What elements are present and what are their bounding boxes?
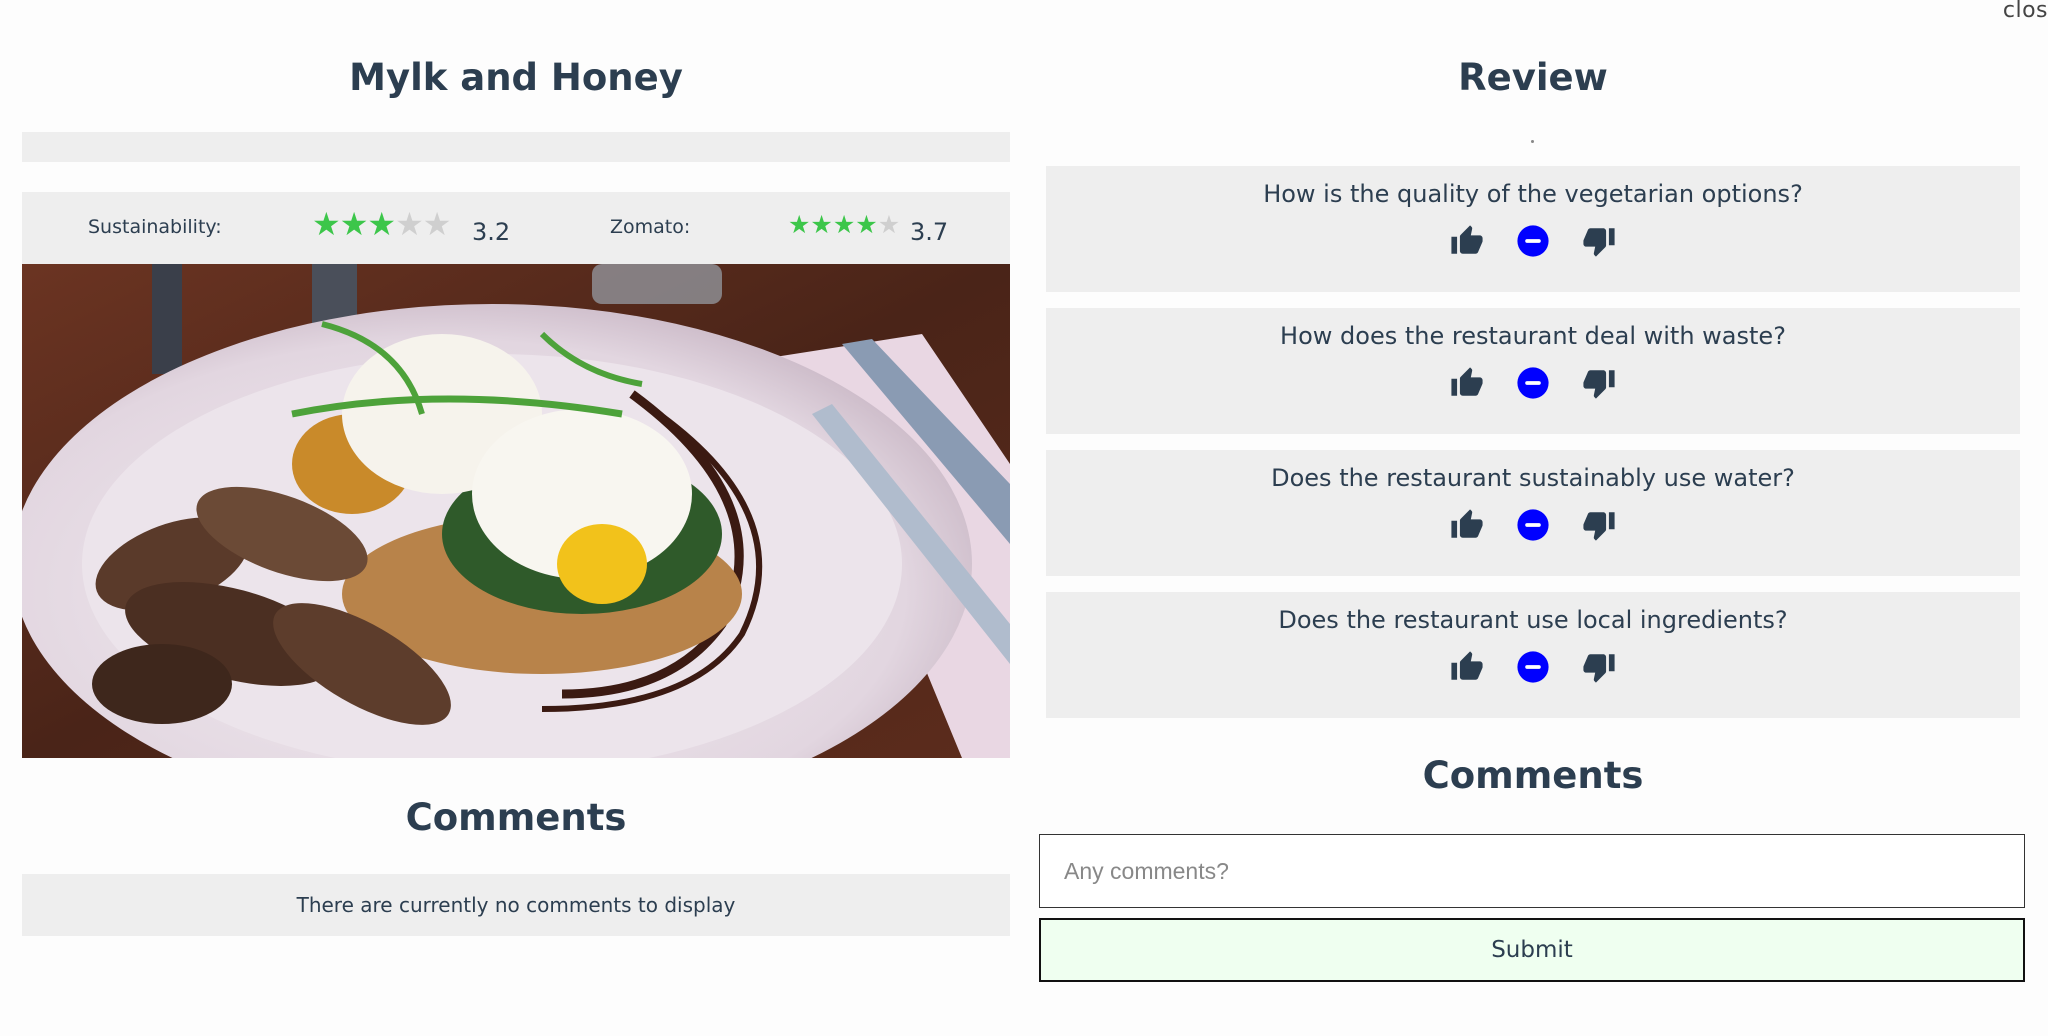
review-question: Does the restaurant sustainably use wate… <box>1046 450 2020 576</box>
star-icon: ★ <box>339 205 369 243</box>
star-icon: ★ <box>788 210 811 239</box>
zomato-label: Zomato: <box>610 216 691 238</box>
thumbs-down-icon[interactable] <box>1582 224 1616 258</box>
close-link[interactable]: clos <box>2003 0 2048 23</box>
thumbs-down-icon[interactable] <box>1582 650 1616 684</box>
divider-dot <box>1531 140 1534 143</box>
sustainability-value: 3.2 <box>472 218 511 246</box>
thumbs-up-icon[interactable] <box>1450 508 1484 542</box>
thumbs-up-icon[interactable] <box>1450 224 1484 258</box>
review-question: How does the restaurant deal with waste? <box>1046 308 2020 434</box>
question-text: How does the restaurant deal with waste? <box>1280 322 1786 350</box>
minus-circle-icon[interactable] <box>1516 650 1550 684</box>
star-icon: ★ <box>810 210 833 239</box>
question-text: Does the restaurant sustainably use wate… <box>1271 464 1795 492</box>
minus-circle-icon[interactable] <box>1516 366 1550 400</box>
star-icon: ★ <box>312 205 341 243</box>
thumbs-down-icon[interactable] <box>1582 508 1616 542</box>
answer-options <box>1046 366 2020 400</box>
thumbs-down-icon[interactable] <box>1582 366 1616 400</box>
star-icon: ★ <box>832 210 856 239</box>
thumbs-up-icon[interactable] <box>1450 366 1484 400</box>
review-comments-title: Comments <box>1422 754 1644 797</box>
thumbs-up-icon[interactable] <box>1450 650 1484 684</box>
star-icon: ★ <box>877 210 901 239</box>
comments-title: Comments <box>405 796 627 839</box>
answer-options <box>1046 508 2020 542</box>
comment-input[interactable] <box>1039 834 2025 908</box>
no-comments-message: There are currently no comments to displ… <box>22 874 1010 936</box>
restaurant-name: Mylk and Honey <box>349 56 683 99</box>
star-icon: ★ <box>367 205 396 243</box>
question-text: Does the restaurant use local ingredient… <box>1278 606 1788 634</box>
minus-circle-icon[interactable] <box>1516 224 1550 258</box>
question-text: How is the quality of the vegetarian opt… <box>1263 180 1803 208</box>
answer-options <box>1046 224 2020 258</box>
minus-circle-icon[interactable] <box>1516 508 1550 542</box>
sustainability-label: Sustainability: <box>88 216 222 238</box>
submit-button[interactable]: Submit <box>1039 918 2025 982</box>
info-bar <box>22 132 1010 162</box>
star-icon: ★ <box>855 210 878 239</box>
answer-options <box>1046 650 2020 684</box>
star-icon: ★ <box>395 205 424 243</box>
review-question: How is the quality of the vegetarian opt… <box>1046 166 2020 292</box>
zomato-stars: ★★★★★ <box>788 212 900 237</box>
zomato-value: 3.7 <box>910 218 949 246</box>
restaurant-photo <box>22 264 1010 758</box>
star-icon: ★ <box>422 205 452 243</box>
review-title: Review <box>1458 56 1608 99</box>
review-question: Does the restaurant use local ingredient… <box>1046 592 2020 718</box>
sustainability-stars: ★★★★★ <box>312 205 452 243</box>
ratings-bar: Sustainability: ★★★★★ 3.2 Zomato: ★★★★★ … <box>22 192 1010 264</box>
